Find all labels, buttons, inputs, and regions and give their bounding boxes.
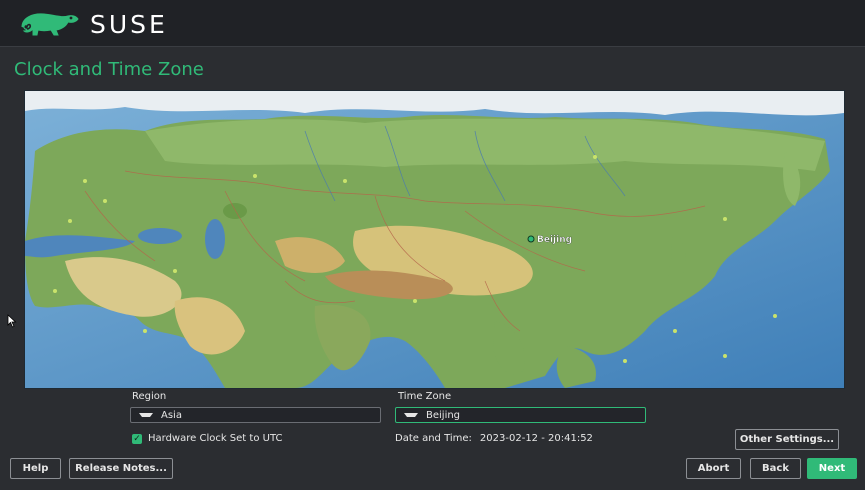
- release-notes-button[interactable]: Release Notes...: [69, 458, 173, 479]
- suse-logo: SUSE: [18, 9, 168, 39]
- region-value: Asia: [161, 409, 182, 421]
- hardware-clock-option[interactable]: ✓ Hardware Clock Set to UTC: [132, 433, 282, 444]
- world-map[interactable]: Beijing: [25, 91, 844, 388]
- region-label: Region: [132, 391, 167, 402]
- date-time-value: 2023-02-12 - 20:41:52: [479, 433, 593, 444]
- time-zone-map[interactable]: Beijing: [24, 90, 845, 389]
- time-zone-value: Beijing: [426, 409, 461, 421]
- chevron-down-icon: [404, 413, 418, 417]
- selected-city-label: Beijing: [537, 235, 572, 245]
- date-time-display: Date and Time: 2023-02-12 - 20:41:52: [395, 433, 593, 444]
- time-zone-select[interactable]: Beijing: [395, 407, 646, 423]
- region-select[interactable]: Asia: [130, 407, 381, 423]
- hardware-clock-checkbox[interactable]: ✓: [132, 433, 142, 444]
- chevron-down-icon: [139, 413, 153, 417]
- date-time-label: Date and Time:: [395, 433, 472, 444]
- other-settings-button[interactable]: Other Settings...: [735, 429, 839, 450]
- mouse-pointer-icon: [7, 314, 17, 328]
- hardware-clock-label: Hardware Clock Set to UTC: [148, 433, 283, 444]
- time-zone-label: Time Zone: [398, 391, 452, 402]
- back-button[interactable]: Back: [750, 458, 801, 479]
- abort-button[interactable]: Abort: [686, 458, 741, 479]
- help-button[interactable]: Help: [10, 458, 61, 479]
- top-bar: SUSE: [0, 0, 865, 47]
- page-title: Clock and Time Zone: [14, 59, 204, 80]
- brand-name: SUSE: [90, 9, 168, 39]
- next-button[interactable]: Next: [807, 458, 857, 479]
- chameleon-logo-icon: [21, 13, 79, 36]
- selected-city-marker[interactable]: [527, 235, 535, 243]
